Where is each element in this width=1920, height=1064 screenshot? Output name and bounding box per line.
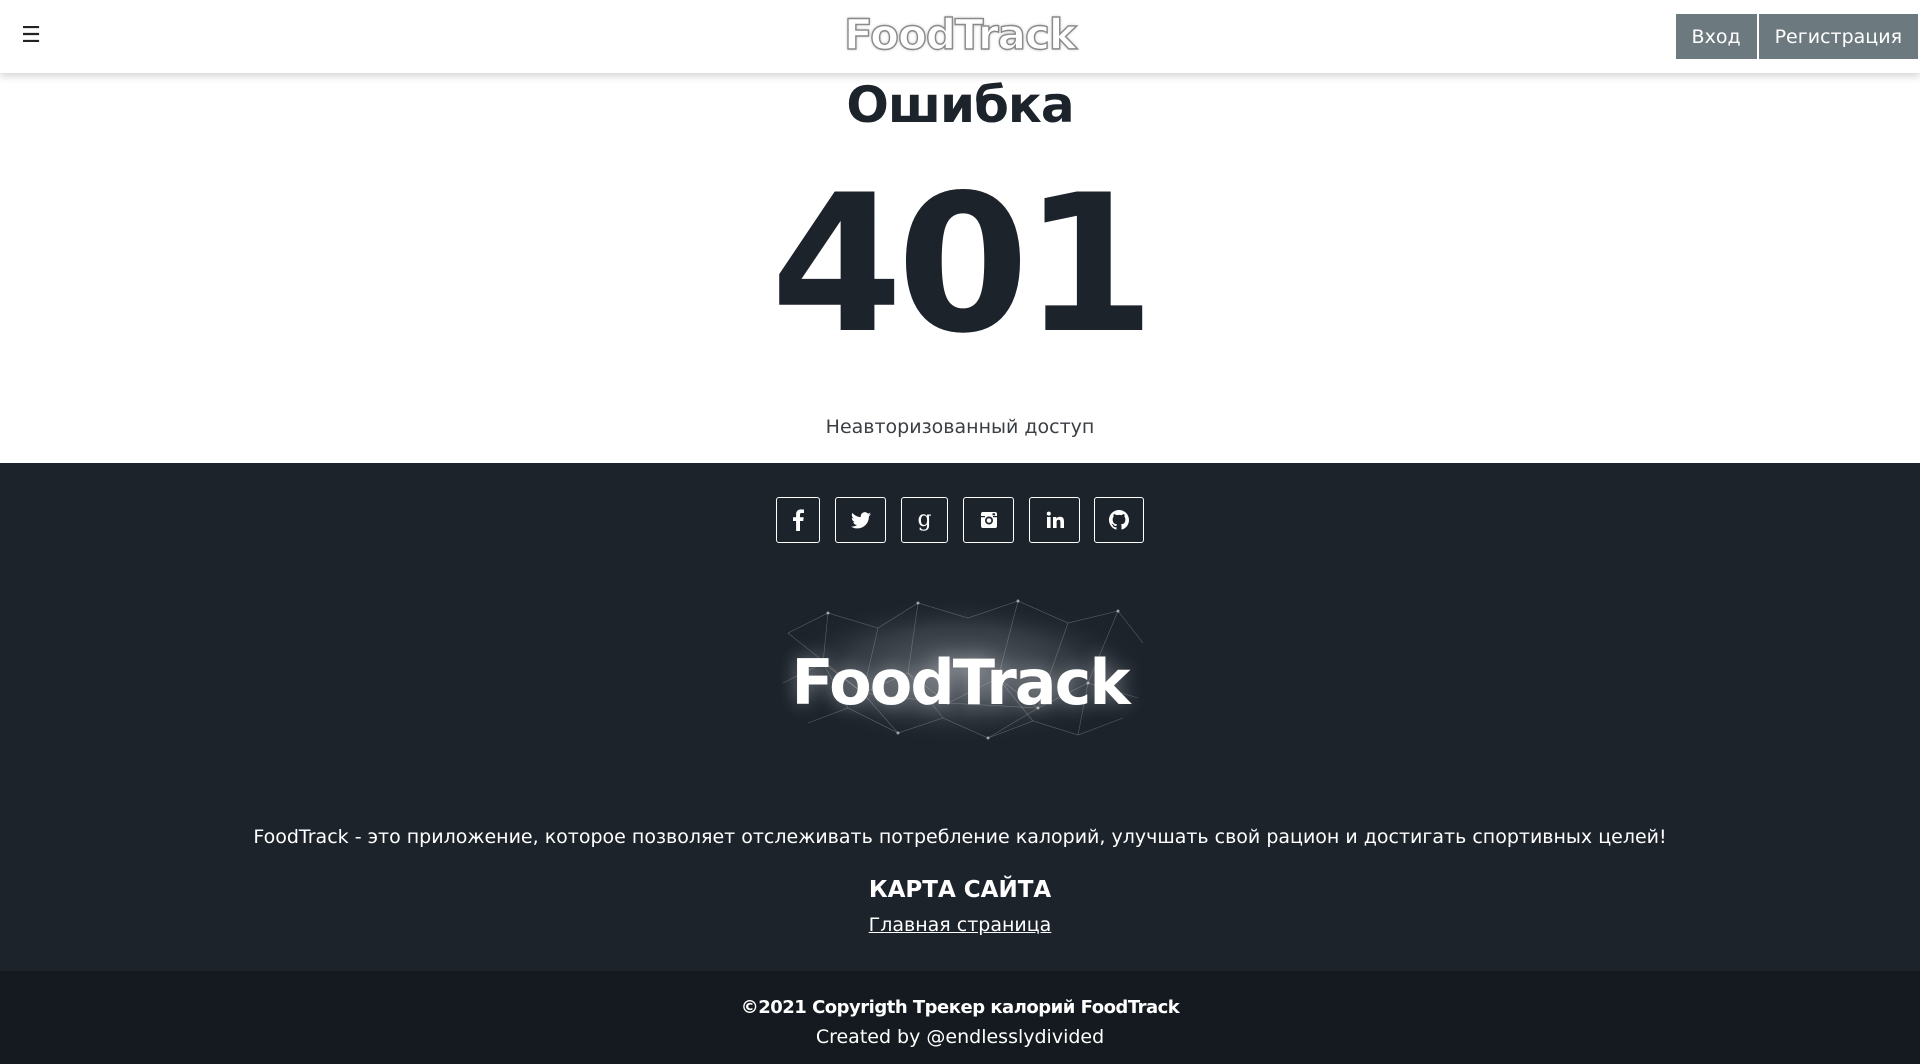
top-navbar: ☰ FoodTrack Вход Регистрация <box>0 0 1920 73</box>
github-icon <box>1109 510 1129 530</box>
copyright-text: ©2021 Copyrigth Трекер калорий FoodTrack <box>740 997 1180 1018</box>
instagram-button[interactable] <box>963 497 1014 543</box>
home-page-link[interactable]: Главная страница <box>869 914 1052 936</box>
google-icon: g <box>917 507 932 532</box>
linkedin-button[interactable] <box>1029 497 1080 543</box>
instagram-icon <box>980 512 997 528</box>
copyright-bar: ©2021 Copyrigth Трекер калорий FoodTrack… <box>0 971 1920 1064</box>
facebook-icon <box>793 509 804 531</box>
footer: g FoodTrack FoodTrack - это приложение, … <box>0 463 1920 971</box>
sitemap-title: КАРТА САЙТА <box>868 877 1052 903</box>
error-code: 401 <box>770 154 1156 375</box>
error-title: Ошибка <box>846 76 1074 134</box>
created-by-text: Created by @endlesslydivided <box>815 1026 1105 1048</box>
auth-buttons: Вход Регистрация <box>1675 14 1918 59</box>
google-button[interactable]: g <box>901 497 948 543</box>
footer-logo: FoodTrack <box>791 646 1130 719</box>
login-button[interactable]: Вход <box>1675 14 1757 59</box>
footer-description: FoodTrack - это приложение, которое позв… <box>253 826 1667 848</box>
facebook-button[interactable] <box>776 497 820 543</box>
register-button[interactable]: Регистрация <box>1758 14 1918 59</box>
twitter-button[interactable] <box>835 497 886 543</box>
twitter-icon <box>850 511 871 528</box>
social-links: g <box>0 497 1920 545</box>
github-button[interactable] <box>1094 497 1144 543</box>
header-logo[interactable]: FoodTrack <box>0 9 1920 59</box>
sitemap-links: Главная страница <box>0 914 1920 936</box>
error-message: Неавторизованный доступ <box>825 416 1095 438</box>
linkedin-icon <box>1046 511 1064 528</box>
